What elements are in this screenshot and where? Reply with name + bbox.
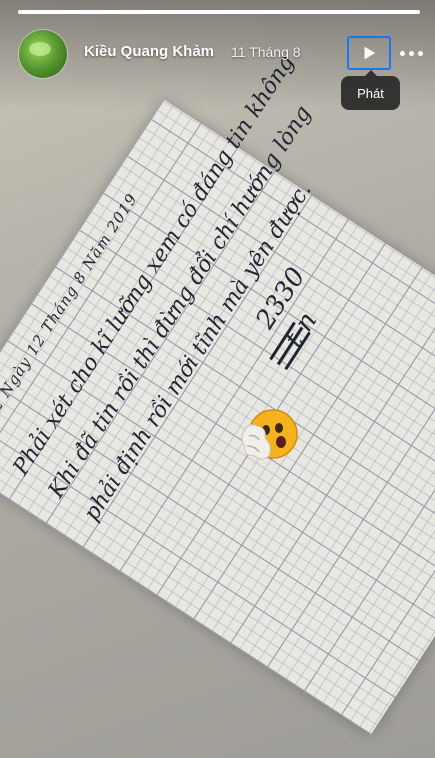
author-name[interactable]: Kiều Quang Khảm xyxy=(84,43,214,60)
avatar[interactable] xyxy=(19,30,67,78)
more-options-button[interactable] xyxy=(396,42,426,64)
story-viewer[interactable]: Thứ 2 Ngày 12 Tháng 8 Năm 2019 Phải xét … xyxy=(0,0,435,758)
post-time: 11 Tháng 8 xyxy=(231,44,301,60)
play-tooltip: Phát xyxy=(341,70,400,110)
play-button[interactable] xyxy=(347,36,391,70)
play-icon xyxy=(364,46,376,60)
notebook-photo: Thứ 2 Ngày 12 Tháng 8 Năm 2019 Phải xét … xyxy=(0,51,435,735)
story-progress-bar xyxy=(18,10,420,14)
shocked-face-emoji-icon xyxy=(241,409,298,460)
more-horizontal-icon xyxy=(399,50,405,56)
story-progress-fill xyxy=(18,10,420,14)
